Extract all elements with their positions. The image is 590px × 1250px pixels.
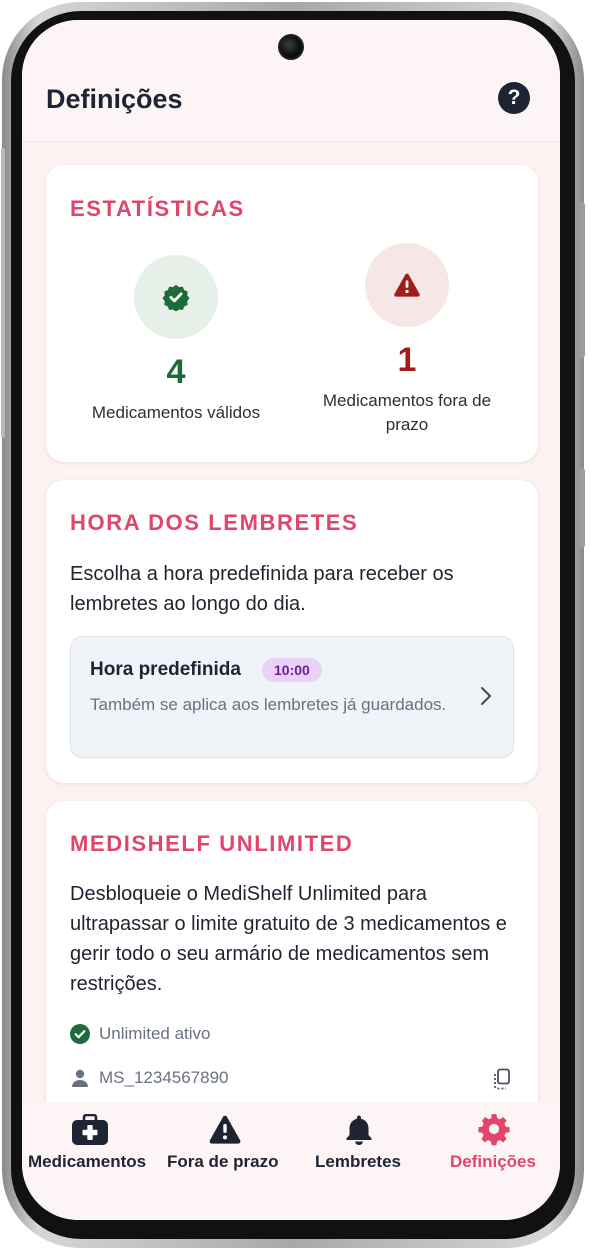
- warning-triangle-icon: [209, 1115, 241, 1144]
- help-button[interactable]: ?: [498, 82, 530, 114]
- unlimited-description: Desbloqueie o MediShelf Unlimited para u…: [70, 883, 507, 995]
- reminder-time-title: HORA DOS LEMBRETES: [70, 510, 359, 535]
- bottom-navigation: Medicamentos Fora de prazo Lembretes Def…: [22, 1102, 560, 1220]
- reminder-time-card: HORA DOS LEMBRETES Escolha a hora predef…: [46, 480, 538, 783]
- nav-label-fora-de-prazo: Fora de prazo: [167, 1152, 279, 1171]
- page-title: Definições: [46, 84, 183, 114]
- power-button: [579, 202, 585, 358]
- expired-count: 1: [397, 341, 417, 379]
- unlimited-status: Unlimited ativo: [70, 1024, 211, 1044]
- volume-button: [579, 468, 585, 548]
- front-camera: [278, 34, 304, 60]
- valid-label: Medicamentos válidos: [91, 403, 261, 422]
- nav-definicoes[interactable]: Definições: [426, 1102, 560, 1202]
- valid-count: 4: [166, 353, 186, 391]
- expired-status-circle: [365, 243, 449, 327]
- gear-icon: [478, 1114, 510, 1146]
- bell-icon: [346, 1115, 372, 1145]
- first-aid-kit-icon: [72, 1114, 108, 1145]
- nav-fora-de-prazo[interactable]: Fora de prazo: [158, 1102, 292, 1202]
- time-badge: 10:00: [262, 658, 322, 682]
- copy-icon[interactable]: [492, 1068, 512, 1090]
- default-time-setting[interactable]: Hora predefinida 10:00 Também se aplica …: [70, 636, 514, 758]
- left-side-trim: [1, 148, 5, 438]
- user-id-row: MS_1234567890: [70, 1068, 229, 1088]
- expired-label: Medicamentos fora de prazo: [322, 391, 492, 434]
- unlimited-title: MEDISHELF UNLIMITED: [70, 831, 354, 856]
- nav-label-lembretes: Lembretes: [315, 1152, 401, 1171]
- app-screen: Definições ? ESTATÍSTICAS 4 Medicamentos…: [22, 20, 560, 1220]
- default-time-subtitle: Também se aplica aos lembretes já guarda…: [90, 695, 447, 714]
- statistics-title: ESTATÍSTICAS: [70, 196, 245, 221]
- check-circle-icon: [70, 1024, 90, 1044]
- question-mark-icon: ?: [507, 86, 521, 109]
- person-icon: [72, 1069, 88, 1087]
- default-time-label: Hora predefinida: [90, 659, 241, 680]
- nav-label-definicoes: Definições: [450, 1152, 536, 1171]
- verified-badge-icon: [162, 284, 190, 311]
- unlimited-status-text: Unlimited ativo: [99, 1024, 211, 1043]
- valid-status-circle: [134, 255, 218, 339]
- chevron-right-icon: [481, 687, 491, 705]
- nav-lembretes[interactable]: Lembretes: [292, 1102, 426, 1202]
- reminder-description: Escolha a hora predefinida para receber …: [70, 563, 454, 615]
- warning-triangle-icon: [394, 273, 420, 297]
- unlimited-card: MEDISHELF UNLIMITED Desbloqueie o MediSh…: [46, 801, 538, 1141]
- nav-medicamentos[interactable]: Medicamentos: [22, 1102, 158, 1202]
- nav-label-medicamentos: Medicamentos: [28, 1152, 147, 1171]
- user-id-text: MS_1234567890: [99, 1068, 229, 1087]
- statistics-card: ESTATÍSTICAS 4 Medicamentos válidos 1 Me…: [46, 165, 538, 462]
